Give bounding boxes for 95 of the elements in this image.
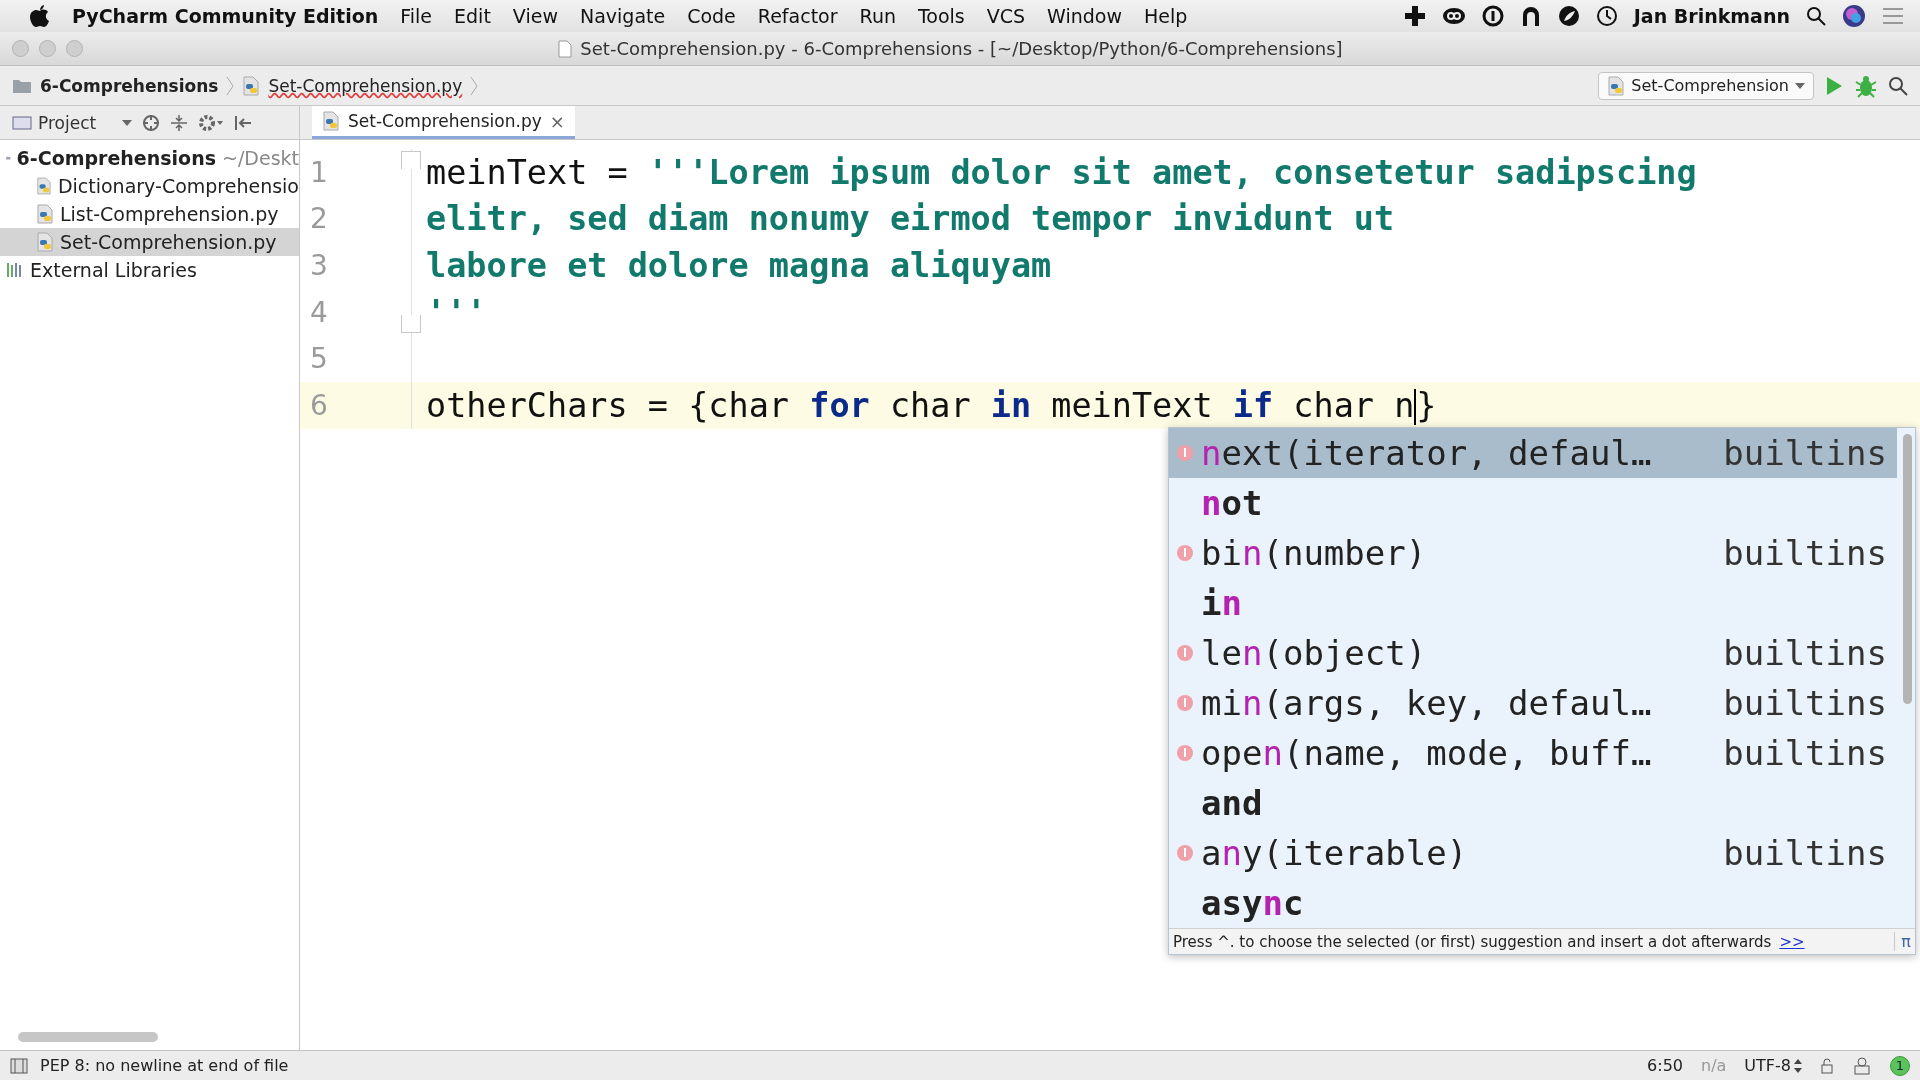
search-icon[interactable] [1888, 75, 1908, 96]
search-icon[interactable] [1806, 6, 1826, 26]
user-name[interactable]: Jan Brinkmann [1633, 5, 1790, 27]
completion-item[interactable]: len(object) builtins [1169, 628, 1897, 678]
completion-item[interactable]: min(args, key, defaul… builtins [1169, 678, 1897, 728]
window-icon [12, 114, 32, 131]
menu-item[interactable]: File [400, 5, 433, 27]
rings-icon[interactable] [1441, 6, 1466, 26]
function-icon [1176, 694, 1194, 712]
document-icon [558, 39, 573, 58]
breadcrumb[interactable]: Set-Comprehension.py [268, 75, 463, 96]
settings-icon[interactable] [198, 113, 225, 132]
python-file-icon [322, 111, 340, 131]
function-icon [1176, 544, 1194, 562]
function-icon [1176, 444, 1194, 462]
line-number: 4 [310, 295, 328, 329]
pi-button[interactable]: π [1894, 932, 1911, 951]
completion-item[interactable]: open(name, mode, buff… builtins [1169, 728, 1897, 778]
inspector-icon[interactable] [1852, 1055, 1872, 1076]
caret-icon [1795, 82, 1805, 89]
hint-link[interactable]: >> [1779, 932, 1805, 951]
menu-item[interactable]: Refactor [757, 5, 838, 27]
library-icon [6, 262, 24, 278]
line-number: 3 [310, 249, 328, 282]
code-line: meinText = '''Lorem ipsum dolor sit amet, consetetur sadipscing [425, 152, 1697, 192]
menu-item[interactable]: VCS [986, 5, 1026, 27]
menu-item[interactable]: Navigate [579, 5, 666, 27]
code-line: otherChars = {char for char in meinText if char n} [425, 385, 1437, 425]
orb-icon[interactable] [1842, 4, 1866, 28]
menu-item[interactable]: Tools [917, 5, 965, 27]
vcs-status: n/a [1701, 1056, 1727, 1075]
leaf-icon[interactable] [1557, 5, 1580, 27]
menu-item[interactable]: Run [859, 5, 896, 27]
completion-item[interactable]: in [1169, 578, 1897, 628]
tree-item[interactable]: Dictionary-Comprehensio [0, 172, 299, 200]
menu-item[interactable]: View [512, 5, 558, 27]
folder-path: ~/Deskt [222, 147, 299, 169]
hint-text: Press ^. to choose the selected (or first) suggestion and insert a dot afterwards [1173, 932, 1772, 951]
chevron-icon [226, 75, 235, 96]
cursor-position[interactable]: 6:50 [1647, 1056, 1683, 1075]
function-icon [1176, 744, 1194, 762]
notification-badge[interactable]: 1 [1890, 1055, 1910, 1076]
line-number: 6 [310, 388, 328, 422]
window-title: Set-Comprehension.py - 6-Comprehensions - [~/Desktop/Python/6-Comprehensions] [580, 38, 1343, 59]
completion-item[interactable]: next(iterator, defaul… builtins [1169, 428, 1897, 478]
cross-icon[interactable] [1403, 5, 1426, 27]
line-number: 5 [310, 342, 328, 376]
clock-icon[interactable] [1595, 5, 1618, 27]
apple-icon [30, 5, 50, 27]
menu-item[interactable]: Edit [454, 5, 491, 27]
chevron-icon [470, 75, 479, 96]
fold-marker[interactable] [401, 151, 421, 169]
completion-item[interactable]: async [1169, 878, 1897, 928]
python-file-icon [36, 204, 54, 224]
line-number: 2 [310, 202, 328, 236]
status-message: PEP 8: no newline at end of file [40, 1056, 289, 1075]
code-line: labore et dolore magna aliquyam [425, 246, 1052, 285]
function-icon [1176, 644, 1194, 662]
python-file-icon [36, 232, 54, 252]
completion-item[interactable]: and [1169, 778, 1897, 828]
tree-item[interactable]: External Libraries [0, 256, 299, 284]
text-caret [1414, 389, 1417, 425]
close-tab-button[interactable]: × [549, 110, 565, 132]
run-configuration-dropdown[interactable]: Set-Comprehension [1598, 71, 1814, 100]
fold-marker[interactable] [401, 315, 421, 334]
folder-icon [12, 77, 32, 94]
updown-icon [1794, 1058, 1802, 1073]
python-file-icon [242, 75, 261, 96]
tree-item[interactable]: 6-Comprehensions ~/Deskt [0, 144, 299, 172]
project-view-dropdown[interactable]: Project [12, 112, 133, 133]
python-file-icon [36, 176, 52, 196]
tree-item[interactable]: Set-Comprehension.py [0, 228, 299, 256]
line-number: 1 [310, 155, 328, 189]
hide-panel-icon[interactable] [234, 113, 253, 132]
caret-icon [122, 119, 133, 126]
target-icon[interactable] [142, 113, 161, 132]
code-line: elitr, sed diam nonumy eirmod tempor invidunt ut [425, 199, 1395, 239]
lock-icon[interactable] [1820, 1057, 1834, 1074]
python-file-icon [1607, 75, 1626, 96]
panel-toggle-icon[interactable] [10, 1057, 28, 1074]
function-icon [1176, 844, 1194, 862]
completion-item[interactable]: bin(number) builtins [1169, 528, 1897, 578]
app-menu[interactable]: PyCharm Community Edition [72, 5, 379, 27]
menu-item[interactable]: Window [1047, 5, 1123, 27]
breadcrumb[interactable]: 6-Comprehensions [40, 75, 219, 96]
menu-item[interactable]: Help [1144, 5, 1188, 27]
encoding[interactable]: UTF-8 [1744, 1056, 1802, 1075]
tree-item[interactable]: List-Comprehension.py [0, 200, 299, 228]
menu-item[interactable]: Code [687, 5, 736, 27]
completion-item[interactable]: any(iterable) builtins [1169, 828, 1897, 878]
collapse-icon[interactable] [170, 113, 189, 132]
completion-item[interactable]: not [1169, 478, 1897, 528]
code-line: ''' [425, 292, 487, 332]
info-icon[interactable] [1481, 5, 1504, 27]
editor-tab[interactable]: Set-Comprehension.py × [312, 106, 575, 139]
